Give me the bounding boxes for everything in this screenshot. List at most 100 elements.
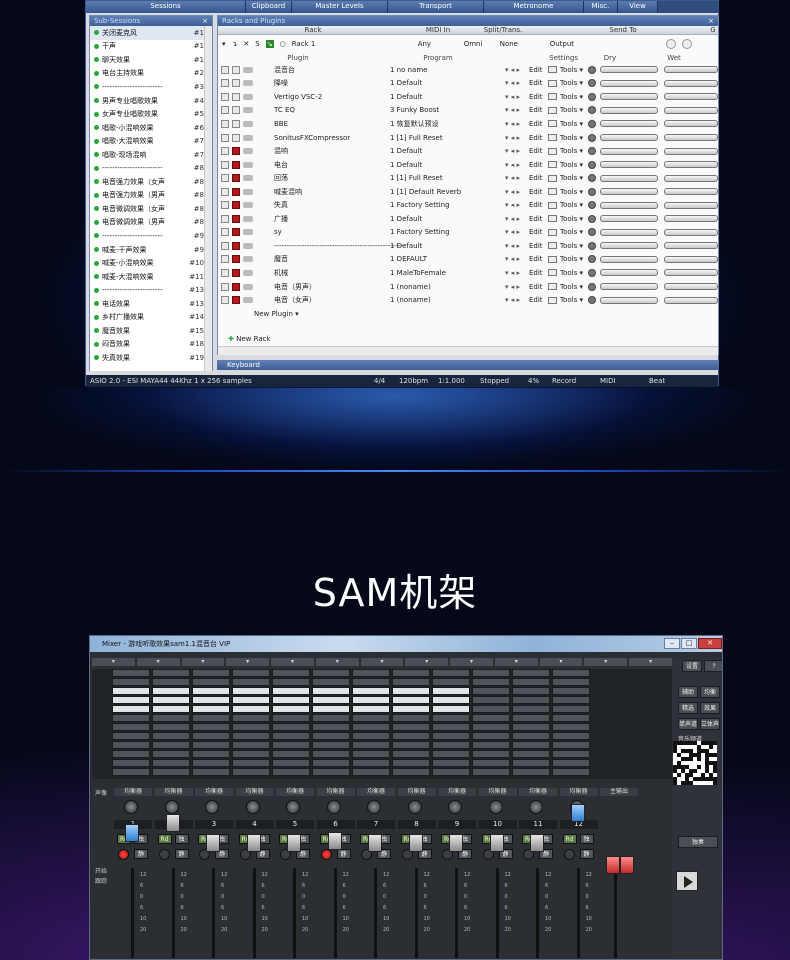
routing-cell[interactable] <box>272 705 310 713</box>
routing-cell[interactable] <box>192 732 230 740</box>
routing-cell[interactable] <box>192 696 230 704</box>
program-arrows-icon[interactable]: ▾ ◂ ▸ <box>505 161 520 169</box>
bypass-icon[interactable] <box>243 283 253 290</box>
routing-cell[interactable] <box>392 723 430 731</box>
routing-cell[interactable] <box>192 723 230 731</box>
settings-button[interactable]: 设置 <box>682 660 702 672</box>
routing-cell[interactable] <box>112 750 150 758</box>
route-icon[interactable] <box>221 133 229 142</box>
window-icon[interactable] <box>548 66 557 74</box>
tools-button[interactable]: Tools ▾ <box>560 134 583 142</box>
route-icon[interactable] <box>221 268 229 277</box>
plugin-program[interactable]: 1 (noname) <box>390 296 431 304</box>
eq-label[interactable]: 均衡器 <box>438 788 476 796</box>
eq-button[interactable]: 均衡 <box>700 686 720 698</box>
routing-cell[interactable] <box>272 696 310 704</box>
tools-button[interactable]: Tools ▾ <box>560 296 583 304</box>
routing-cell[interactable] <box>432 678 470 686</box>
mute-button[interactable]: 静 <box>174 849 189 859</box>
routing-cell[interactable] <box>552 723 590 731</box>
plugin-row[interactable]: 电台 1 Default ▾ ◂ ▸ Edit Tools ▾ <box>218 158 718 172</box>
edit-button[interactable]: Edit <box>529 188 543 196</box>
route-icon[interactable] <box>221 160 229 169</box>
routing-cell[interactable] <box>232 750 270 758</box>
fader-handle[interactable] <box>287 834 301 852</box>
fader-handle[interactable] <box>408 834 423 852</box>
routing-cell[interactable] <box>192 714 230 722</box>
window-icon[interactable] <box>548 134 557 141</box>
window-icon[interactable] <box>548 215 557 223</box>
bypass-icon[interactable] <box>243 107 253 114</box>
plugin-program[interactable]: 1 Default <box>390 93 422 101</box>
record-arm-icon[interactable] <box>158 849 170 860</box>
dry-slider[interactable] <box>600 283 658 291</box>
routing-cell[interactable] <box>312 669 350 677</box>
routing-cell[interactable] <box>192 768 230 776</box>
fader-handle[interactable] <box>449 834 463 852</box>
pan-knob-icon[interactable] <box>164 800 179 814</box>
sub-session-item[interactable]: 喊麦-大混响效果 #11 <box>90 270 204 284</box>
input-select[interactable]: ▾ <box>405 658 449 666</box>
tools-button[interactable]: Tools ▾ <box>560 120 583 128</box>
fader-handle[interactable] <box>246 834 261 852</box>
fader-handle[interactable] <box>570 804 585 822</box>
sub-session-item[interactable]: 电音强力效果（女声 #8 <box>90 175 204 189</box>
routing-cell[interactable] <box>352 678 390 686</box>
routing-cell[interactable] <box>232 741 270 749</box>
plugin-program[interactable]: 1 [1] Full Reset <box>390 174 443 182</box>
tools-button[interactable]: Tools ▾ <box>560 188 583 196</box>
close-icon[interactable]: × <box>708 16 714 26</box>
fader-handle[interactable] <box>530 834 544 852</box>
solo-button[interactable]: 独 <box>579 834 594 844</box>
tools-button[interactable]: Tools ▾ <box>560 242 583 250</box>
route-icon[interactable] <box>221 187 229 196</box>
plugin-row[interactable]: BBE 1 恢复默认预设 ▾ ◂ ▸ Edit Tools ▾ <box>218 117 718 131</box>
dry-slider[interactable] <box>600 269 658 277</box>
program-arrows-icon[interactable]: ▾ ◂ ▸ <box>505 174 520 182</box>
eq-label[interactable]: 均衡器 <box>357 788 395 796</box>
mono-button[interactable]: 单声道 <box>678 718 698 730</box>
routing-cell[interactable] <box>552 741 590 749</box>
edit-button[interactable]: Edit <box>529 283 543 291</box>
power-icon[interactable] <box>232 255 240 264</box>
plugin-program[interactable]: 1 Default <box>390 161 422 169</box>
power-icon[interactable] <box>232 296 240 305</box>
window-icon[interactable] <box>548 201 557 209</box>
routing-cell[interactable] <box>312 705 350 713</box>
tools-button[interactable]: Tools ▾ <box>560 174 583 182</box>
settings-knob-icon[interactable] <box>588 228 596 237</box>
bypass-icon[interactable] <box>243 93 253 100</box>
routing-cell[interactable] <box>112 768 150 776</box>
edit-button[interactable]: Edit <box>529 147 543 155</box>
routing-cell[interactable] <box>472 678 510 686</box>
window-icon[interactable] <box>548 161 557 169</box>
settings-knob-icon[interactable] <box>588 187 596 196</box>
program-arrows-icon[interactable]: ▾ ◂ ▸ <box>505 269 520 277</box>
edit-button[interactable]: Edit <box>529 106 543 114</box>
settings-knob-icon[interactable] <box>588 65 596 74</box>
routing-cell[interactable] <box>432 732 470 740</box>
routing-cell[interactable] <box>392 687 430 695</box>
toolbar-view[interactable]: View <box>618 1 658 13</box>
routing-cell[interactable] <box>112 705 150 713</box>
window-icon[interactable] <box>548 269 557 277</box>
dry-slider[interactable] <box>600 161 658 169</box>
power-icon[interactable] <box>232 282 240 291</box>
wet-slider[interactable] <box>664 106 718 114</box>
routing-cell[interactable] <box>232 768 270 776</box>
routing-cell[interactable] <box>112 696 150 704</box>
plugin-row[interactable]: SonitusFXCompressor 1 [1] Full Reset ▾ ◂ ▸… <box>218 131 718 145</box>
routing-cell[interactable] <box>152 759 190 767</box>
input-select[interactable]: ▾ <box>181 658 225 666</box>
routing-cell[interactable] <box>352 768 390 776</box>
wet-slider[interactable] <box>664 188 718 196</box>
bypass-icon[interactable] <box>243 134 253 141</box>
input-select[interactable]: ▾ <box>136 658 180 666</box>
program-arrows-icon[interactable]: ▾ ◂ ▸ <box>505 296 520 304</box>
routing-cell[interactable] <box>552 687 590 695</box>
routing-cell[interactable] <box>232 678 270 686</box>
bypass-icon[interactable] <box>243 148 253 155</box>
fader-handle[interactable] <box>206 834 220 852</box>
tools-button[interactable]: Tools ▾ <box>560 66 583 74</box>
route-icon[interactable] <box>221 228 229 237</box>
